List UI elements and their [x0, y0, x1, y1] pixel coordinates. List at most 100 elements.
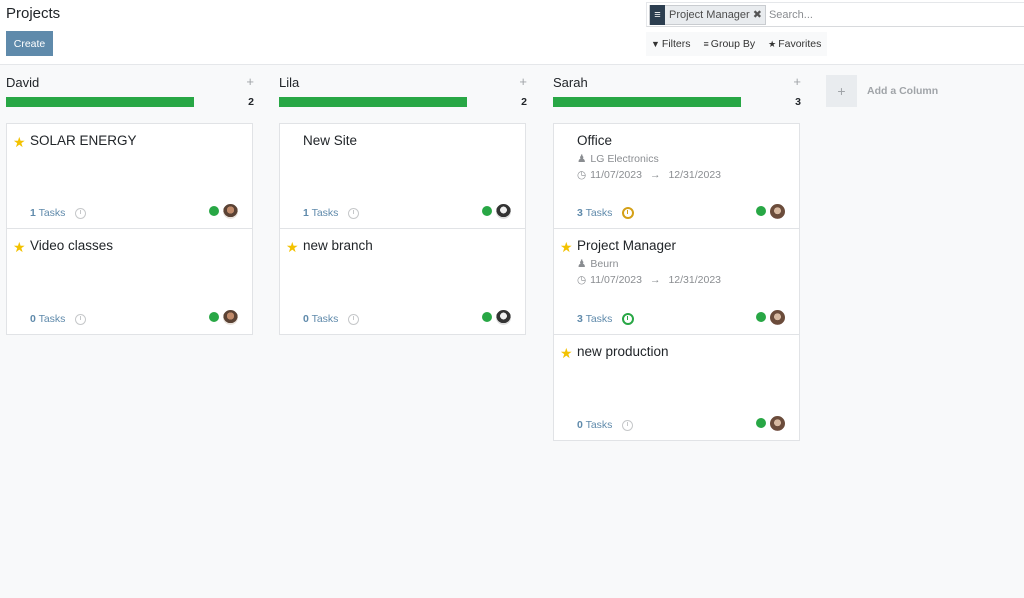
project-card[interactable]: ★ Project Manager ♟ Beurn ◷ 11/07/2023 →… [553, 229, 800, 335]
card-title: new production [577, 344, 669, 359]
tasks-link[interactable]: 0 Tasks [30, 313, 65, 325]
plus-icon[interactable]: + [826, 75, 857, 107]
avatar [770, 416, 785, 431]
clock-icon[interactable] [348, 313, 360, 325]
clock-icon[interactable] [622, 207, 635, 219]
card-title: Project Manager [577, 238, 677, 253]
card-customer: ♟ LG Electronics [577, 153, 659, 165]
user-icon: ♟ [577, 258, 587, 270]
status-dot[interactable] [756, 418, 766, 428]
plus-icon[interactable]: + [793, 74, 801, 89]
card-title: New Site [303, 133, 358, 148]
card-footer: 3 Tasks [577, 207, 635, 219]
user-icon: ♟ [577, 153, 587, 165]
card-title: Office [577, 133, 613, 148]
close-icon[interactable]: ✖ [753, 8, 765, 21]
star-icon: ★ [768, 38, 777, 49]
clock-icon[interactable] [348, 207, 360, 219]
bars-icon: ≡ [703, 39, 709, 49]
column-header[interactable]: Sarah + [553, 66, 801, 96]
column-title: David [6, 75, 40, 90]
tasks-link[interactable]: 1 Tasks [303, 207, 338, 219]
card-title: SOLAR ENERGY [30, 133, 137, 148]
status-dot[interactable] [209, 312, 219, 322]
card-footer: 1 Tasks [303, 207, 360, 219]
star-icon[interactable]: ★ [286, 239, 299, 256]
column-progress-bar[interactable] [6, 97, 194, 107]
list-icon: ≡ [650, 4, 665, 25]
project-card[interactable]: Office ♟ LG Electronics ◷ 11/07/2023 → 1… [553, 123, 800, 229]
kanban-column-sarah: Sarah + 3 Office ♟ LG Electronics ◷ 11/0… [553, 66, 801, 441]
avatar [223, 204, 238, 219]
card-title: new branch [303, 238, 373, 253]
clock-icon: ◷ [577, 274, 587, 286]
search-input[interactable] [768, 8, 1019, 21]
group-by-button[interactable]: ≡ Group By [704, 38, 756, 50]
card-customer: ♟ Beurn [577, 258, 619, 270]
tasks-link[interactable]: 0 Tasks [303, 313, 338, 325]
search-facet: ≡ Project Manager ✖ [649, 4, 766, 25]
column-count: 2 [521, 96, 527, 108]
column-count: 3 [795, 96, 801, 108]
kanban-column-david: David + 2 ★ SOLAR ENERGY 1 Tasks ★ Video… [6, 66, 254, 335]
card-footer: 3 Tasks [577, 313, 635, 325]
card-footer: 0 Tasks [303, 313, 360, 325]
facet-label: Project Manager [669, 8, 750, 21]
add-column[interactable]: + Add a Column [826, 75, 938, 107]
card-dates: ◷ 11/07/2023 → 12/31/2023 [577, 274, 722, 286]
status-dot[interactable] [756, 206, 766, 216]
clock-icon[interactable] [622, 419, 634, 431]
card-title: Video classes [30, 238, 114, 253]
column-header[interactable]: David + [6, 66, 254, 96]
clock-icon: ◷ [577, 169, 587, 181]
plus-icon[interactable]: + [246, 74, 254, 89]
tasks-link[interactable]: 3 Tasks [577, 313, 612, 325]
filters-button[interactable]: ▼ Filters [651, 38, 691, 50]
project-card[interactable]: ★ Video classes 0 Tasks [6, 229, 253, 335]
card-footer: 1 Tasks [30, 207, 87, 219]
control-panel: Projects Create ≡ Project Manager ✖ ▼ Fi… [0, 0, 1024, 65]
column-progress-bar[interactable] [553, 97, 741, 107]
page-title: Projects [6, 5, 61, 22]
tasks-link[interactable]: 0 Tasks [577, 419, 612, 431]
clock-icon[interactable] [75, 207, 87, 219]
project-card[interactable]: ★ new production 0 Tasks [553, 335, 800, 441]
arrow-right-icon: → [649, 169, 661, 181]
card-footer: 0 Tasks [577, 419, 634, 431]
project-card[interactable]: New Site 1 Tasks [279, 123, 526, 229]
column-header[interactable]: Lila + [279, 66, 527, 96]
favorites-button[interactable]: ★ Favorites [768, 38, 821, 50]
create-button[interactable]: Create [6, 31, 53, 56]
card-footer: 0 Tasks [30, 313, 87, 325]
filter-icon: ▼ [651, 39, 660, 49]
tasks-link[interactable]: 1 Tasks [30, 207, 65, 219]
search-options: ▼ Filters ≡ Group By ★ Favorites [646, 32, 828, 56]
avatar [496, 204, 511, 219]
column-title: Sarah [553, 75, 588, 90]
star-icon[interactable]: ★ [560, 239, 573, 256]
status-dot[interactable] [209, 206, 219, 216]
tasks-link[interactable]: 3 Tasks [577, 207, 612, 219]
status-dot[interactable] [482, 312, 492, 322]
star-icon[interactable]: ★ [13, 239, 26, 256]
search-bar: ≡ Project Manager ✖ [646, 2, 1024, 27]
clock-icon[interactable] [622, 313, 635, 325]
column-progress-bar[interactable] [279, 97, 467, 107]
arrow-right-icon: → [649, 274, 661, 286]
avatar [770, 310, 785, 325]
project-card[interactable]: ★ SOLAR ENERGY 1 Tasks [6, 123, 253, 229]
project-card[interactable]: ★ new branch 0 Tasks [279, 229, 526, 335]
star-icon[interactable]: ★ [560, 345, 573, 362]
plus-icon[interactable]: + [519, 74, 527, 89]
add-column-label[interactable]: Add a Column [867, 85, 938, 97]
favorites-label: Favorites [778, 38, 822, 50]
group-by-label: Group By [710, 38, 756, 50]
avatar [223, 310, 238, 325]
kanban-column-lila: Lila + 2 New Site 1 Tasks ★ new branch 0… [279, 66, 527, 335]
clock-icon[interactable] [75, 313, 87, 325]
avatar [496, 310, 511, 325]
status-dot[interactable] [756, 312, 766, 322]
star-icon[interactable]: ★ [13, 134, 26, 151]
card-dates: ◷ 11/07/2023 → 12/31/2023 [577, 169, 722, 181]
status-dot[interactable] [482, 206, 492, 216]
